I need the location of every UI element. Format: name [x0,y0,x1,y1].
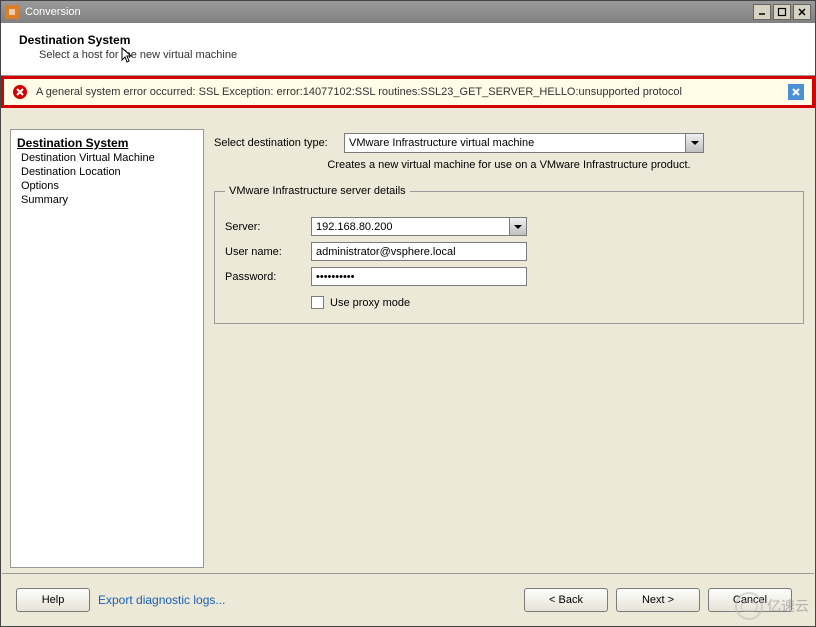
wizard-header: Destination System Select a host for the… [1,23,815,76]
next-button[interactable]: Next > [616,588,700,612]
watermark-text: 亿速云 [767,596,809,616]
password-input[interactable] [311,267,527,286]
page-subtitle: Select a host for the new virtual machin… [39,49,797,61]
error-close-button[interactable] [788,84,804,100]
export-logs-link[interactable]: Export diagnostic logs... [98,593,225,607]
watermark: 亿速云 [735,592,809,620]
server-details-group: VMware Infrastructure server details Ser… [214,185,804,324]
minimize-button[interactable] [753,4,771,20]
dest-type-combo[interactable]: VMware Infrastructure virtual machine [344,133,704,153]
wizard-steps-sidebar: Destination System Destination Virtual M… [10,129,204,568]
password-label: Password: [225,271,311,283]
page-subtitle-text: Select a host for the new virtual machin… [39,49,237,61]
app-window: Conversion Destination System Select a h… [0,0,816,627]
mouse-cursor-icon [121,47,135,65]
server-combo[interactable]: 192.168.80.200 [311,217,527,236]
error-banner: A general system error occurred: SSL Exc… [1,76,815,108]
help-button[interactable]: Help [16,588,90,612]
wizard-footer: Help Export diagnostic logs... < Back Ne… [2,573,814,625]
error-icon [12,84,28,100]
dest-type-description: Creates a new virtual machine for use on… [214,159,804,171]
wizard-body: Destination System Destination Virtual M… [2,129,814,572]
chevron-down-icon[interactable] [509,218,526,235]
close-button[interactable] [793,4,811,20]
sidebar-item-options[interactable]: Options [21,180,197,192]
username-label: User name: [225,246,311,258]
username-field[interactable] [312,246,526,258]
chevron-down-icon[interactable] [685,134,703,152]
window-title: Conversion [25,6,753,18]
sidebar-item-vm[interactable]: Destination Virtual Machine [21,152,197,164]
app-icon [5,5,19,19]
server-details-legend: VMware Infrastructure server details [225,185,410,197]
cloud-icon [735,592,763,620]
dest-type-label: Select destination type: [214,137,344,149]
proxy-label: Use proxy mode [330,297,410,309]
username-input[interactable] [311,242,527,261]
maximize-button[interactable] [773,4,791,20]
wizard-main: Select destination type: VMware Infrastr… [208,129,814,572]
error-message: A general system error occurred: SSL Exc… [36,86,778,98]
back-button[interactable]: < Back [524,588,608,612]
server-value: 192.168.80.200 [312,221,509,233]
server-label: Server: [225,221,311,233]
proxy-mode-row[interactable]: Use proxy mode [311,296,793,309]
sidebar-current-step: Destination System [17,136,199,150]
dest-type-value: VMware Infrastructure virtual machine [345,137,685,149]
proxy-checkbox[interactable] [311,296,324,309]
sidebar-item-location[interactable]: Destination Location [21,166,197,178]
password-field[interactable] [312,271,526,283]
sidebar-item-summary[interactable]: Summary [21,194,197,206]
titlebar[interactable]: Conversion [1,1,815,23]
page-title: Destination System [19,33,797,47]
